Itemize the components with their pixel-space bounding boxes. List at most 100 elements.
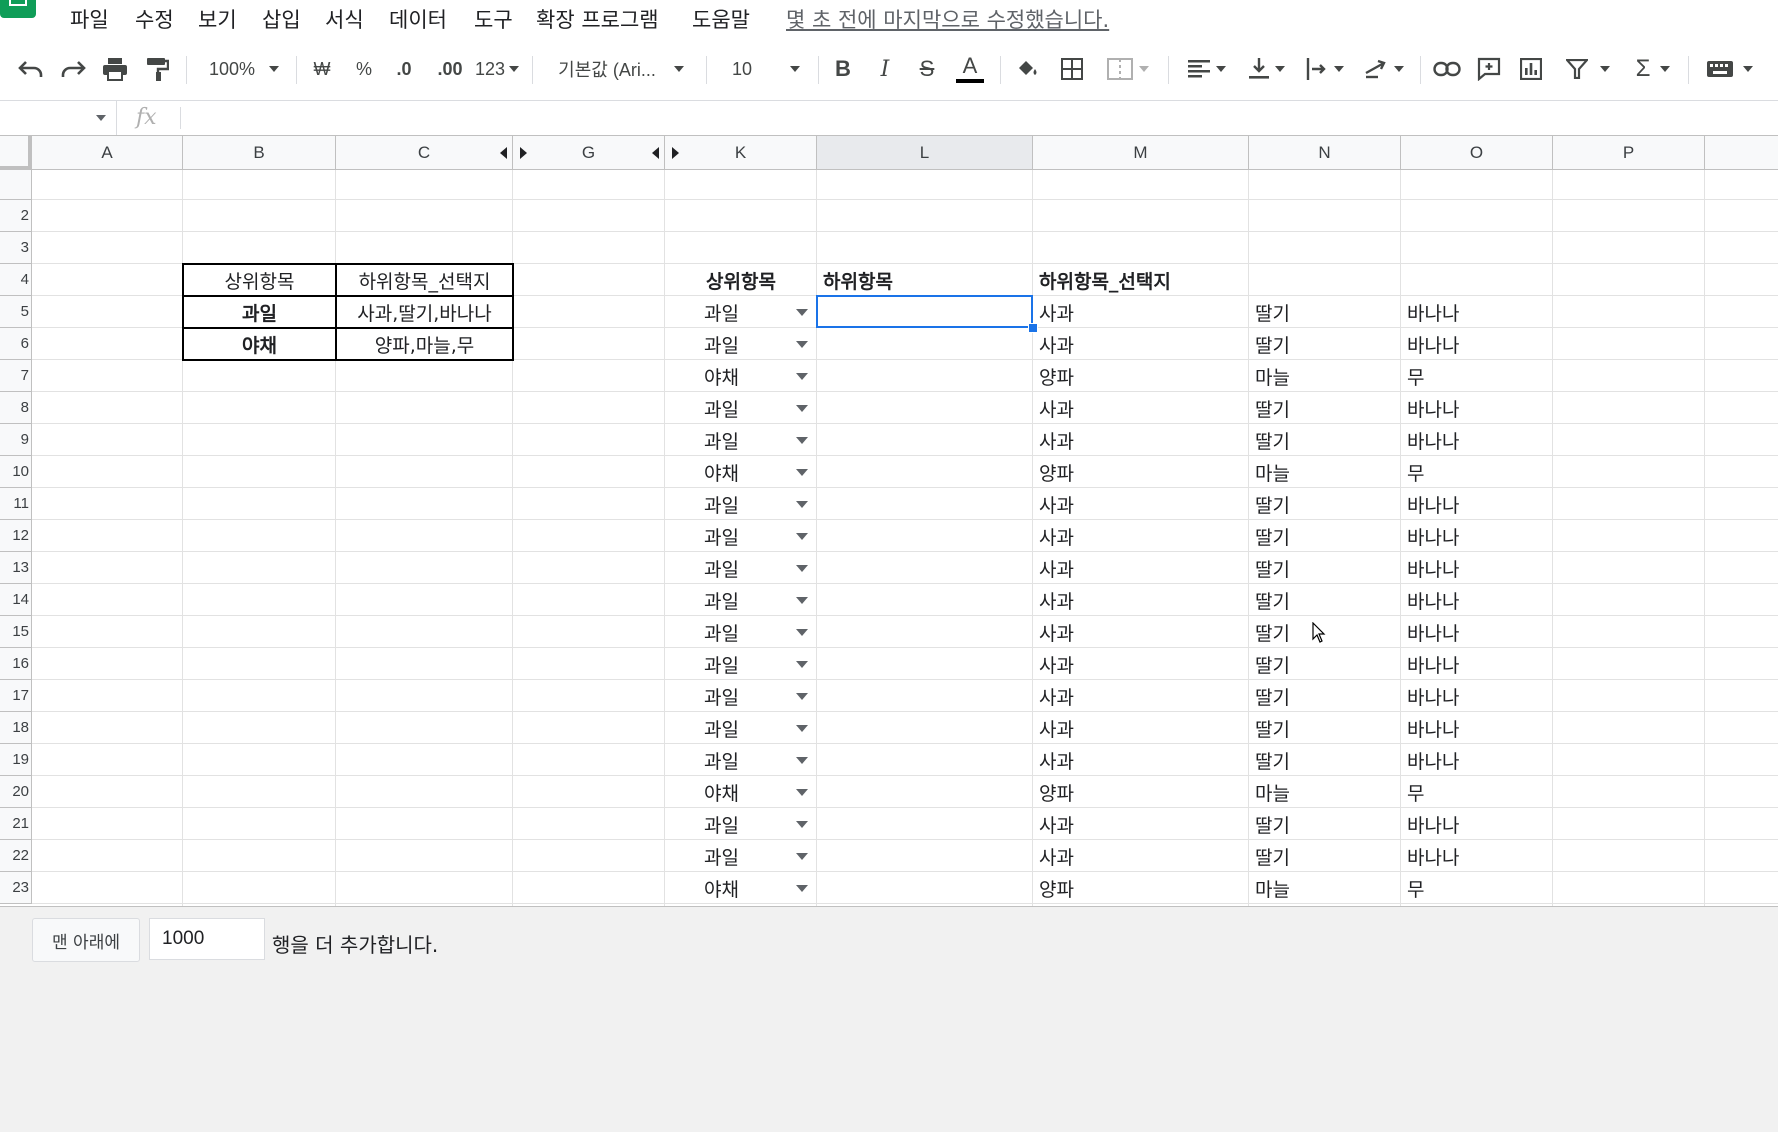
main-header-options[interactable]: 하위항목_선택지 — [1033, 264, 1249, 296]
parent-dropdown-value[interactable]: 과일 — [698, 648, 768, 680]
child-cell[interactable] — [817, 456, 1033, 488]
select-all-corner[interactable] — [0, 136, 32, 170]
child-cell[interactable] — [817, 840, 1033, 872]
option-cell-1[interactable]: 사과 — [1033, 712, 1249, 744]
column-header-o[interactable]: O — [1401, 136, 1553, 170]
child-cell[interactable] — [817, 776, 1033, 808]
option-cell-1[interactable]: 사과 — [1033, 392, 1249, 424]
child-cell[interactable] — [817, 808, 1033, 840]
dropdown-chevron-icon[interactable] — [796, 501, 808, 508]
option-cell-2[interactable]: 딸기 — [1249, 296, 1401, 328]
child-cell[interactable] — [817, 424, 1033, 456]
parent-dropdown-value[interactable]: 과일 — [698, 584, 768, 616]
parent-dropdown-value[interactable]: 과일 — [698, 616, 768, 648]
insert-link-icon[interactable] — [1430, 38, 1464, 100]
paint-format-icon[interactable] — [140, 38, 174, 100]
dropdown-chevron-icon[interactable] — [796, 533, 808, 540]
decrease-decimal-button[interactable]: .0 — [388, 38, 420, 100]
option-cell-1[interactable]: 사과 — [1033, 808, 1249, 840]
option-cell-1[interactable]: 사과 — [1033, 296, 1249, 328]
redo-icon[interactable] — [56, 38, 90, 100]
column-header-l[interactable]: L — [817, 136, 1033, 170]
option-cell-1[interactable]: 양파 — [1033, 360, 1249, 392]
parent-dropdown-value[interactable]: 과일 — [698, 808, 768, 840]
dropdown-chevron-icon[interactable] — [796, 597, 808, 604]
percent-format-button[interactable]: % — [350, 38, 378, 100]
option-cell-3[interactable]: 바나나 — [1401, 520, 1553, 552]
option-cell-3[interactable]: 바나나 — [1401, 552, 1553, 584]
option-cell-1[interactable]: 사과 — [1033, 424, 1249, 456]
row-header[interactable]: 5 — [0, 296, 32, 328]
hidden-columns-left-icon[interactable] — [500, 147, 507, 159]
dropdown-chevron-icon[interactable] — [796, 629, 808, 636]
dropdown-chevron-icon[interactable] — [796, 373, 808, 380]
row-header[interactable]: 6 — [0, 328, 32, 360]
dropdown-chevron-icon[interactable] — [796, 853, 808, 860]
menu-extensions[interactable]: 확장 프로그램 — [536, 4, 659, 34]
parent-dropdown-value[interactable]: 야채 — [698, 456, 768, 488]
dropdown-chevron-icon[interactable] — [796, 437, 808, 444]
child-cell[interactable] — [817, 520, 1033, 552]
row-header[interactable]: 22 — [0, 840, 32, 872]
row-header[interactable]: 20 — [0, 776, 32, 808]
option-cell-2[interactable]: 딸기 — [1249, 712, 1401, 744]
column-header-g[interactable]: G — [513, 136, 665, 170]
functions-button[interactable]: Σ — [1628, 38, 1678, 100]
option-cell-3[interactable]: 바나나 — [1401, 616, 1553, 648]
sheets-logo-icon[interactable] — [0, 0, 36, 18]
row-header[interactable] — [0, 170, 32, 200]
child-cell[interactable] — [817, 616, 1033, 648]
column-header-p[interactable]: P — [1553, 136, 1705, 170]
option-cell-3[interactable]: 바나나 — [1401, 744, 1553, 776]
fill-handle[interactable] — [1028, 323, 1038, 333]
horizontal-align-icon[interactable] — [1182, 38, 1232, 100]
option-cell-1[interactable]: 양파 — [1033, 872, 1249, 904]
font-family-select[interactable]: 기본값 (Ari... — [548, 38, 694, 100]
parent-dropdown-value[interactable]: 야채 — [698, 776, 768, 808]
option-cell-2[interactable]: 딸기 — [1249, 744, 1401, 776]
dropdown-chevron-icon[interactable] — [796, 821, 808, 828]
dropdown-chevron-icon[interactable] — [796, 341, 808, 348]
option-cell-1[interactable]: 사과 — [1033, 488, 1249, 520]
row-header[interactable]: 15 — [0, 616, 32, 648]
more-formats-button[interactable]: 123 — [472, 38, 522, 100]
bold-button[interactable]: B — [828, 38, 858, 100]
option-cell-1[interactable]: 사과 — [1033, 552, 1249, 584]
option-cell-2[interactable]: 딸기 — [1249, 424, 1401, 456]
menu-insert[interactable]: 삽입 — [262, 4, 301, 34]
option-cell-1[interactable]: 사과 — [1033, 744, 1249, 776]
option-cell-2[interactable]: 딸기 — [1249, 584, 1401, 616]
row-header[interactable]: 8 — [0, 392, 32, 424]
column-header-b[interactable]: B — [183, 136, 336, 170]
option-cell-3[interactable]: 무 — [1401, 872, 1553, 904]
option-cell-1[interactable]: 사과 — [1033, 680, 1249, 712]
row-header[interactable]: 21 — [0, 808, 32, 840]
column-header-k[interactable]: K — [665, 136, 817, 170]
menu-format[interactable]: 서식 — [325, 4, 364, 34]
row-header[interactable]: 7 — [0, 360, 32, 392]
option-cell-3[interactable]: 바나나 — [1401, 808, 1553, 840]
option-cell-3[interactable]: 바나나 — [1401, 680, 1553, 712]
menu-data[interactable]: 데이터 — [389, 4, 447, 34]
child-cell[interactable] — [817, 584, 1033, 616]
option-cell-2[interactable]: 마늘 — [1249, 360, 1401, 392]
option-cell-3[interactable]: 무 — [1401, 776, 1553, 808]
input-tools-icon[interactable] — [1700, 38, 1760, 100]
insert-chart-icon[interactable] — [1514, 38, 1548, 100]
main-header-child[interactable]: 하위항목 — [817, 264, 1033, 296]
option-cell-1[interactable]: 사과 — [1033, 840, 1249, 872]
name-box[interactable] — [0, 101, 117, 135]
row-header[interactable]: 23 — [0, 872, 32, 904]
option-cell-3[interactable]: 바나나 — [1401, 328, 1553, 360]
option-cell-3[interactable]: 바나나 — [1401, 488, 1553, 520]
option-cell-3[interactable]: 바나나 — [1401, 392, 1553, 424]
hidden-columns-right-icon[interactable] — [520, 147, 527, 159]
option-cell-3[interactable]: 바나나 — [1401, 840, 1553, 872]
menu-edit[interactable]: 수정 — [135, 4, 174, 34]
column-header-n[interactable]: N — [1249, 136, 1401, 170]
strikethrough-button[interactable]: S — [912, 38, 942, 100]
option-cell-2[interactable]: 마늘 — [1249, 456, 1401, 488]
row-header[interactable]: 18 — [0, 712, 32, 744]
option-cell-2[interactable]: 딸기 — [1249, 680, 1401, 712]
borders-icon[interactable] — [1056, 38, 1088, 100]
